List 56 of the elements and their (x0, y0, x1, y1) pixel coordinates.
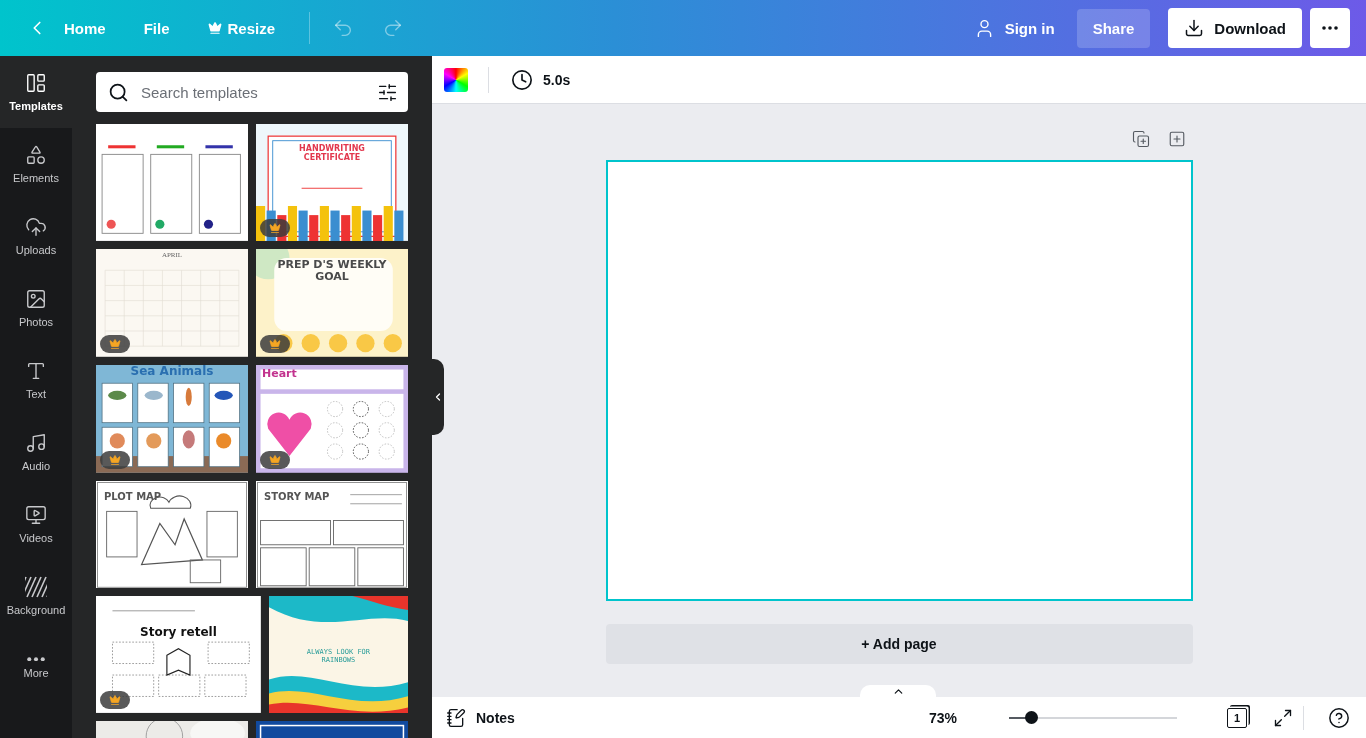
hatch-icon (25, 576, 47, 598)
search-icon (108, 81, 129, 103)
upload-icon (25, 216, 47, 238)
sidebar-item[interactable]: Photos (0, 272, 72, 344)
template-thumbnail[interactable] (256, 364, 408, 473)
template-thumbnail[interactable] (96, 480, 248, 589)
template-title: HANDWRITING CERTIFICATE (298, 145, 366, 163)
sidebar-item[interactable]: Uploads (0, 200, 72, 272)
template-thumbnail[interactable] (96, 124, 248, 241)
music-icon (25, 432, 47, 454)
image-icon (25, 288, 47, 310)
template-thumbnail[interactable] (268, 596, 408, 714)
premium-badge (100, 691, 130, 710)
download-icon (1184, 18, 1205, 38)
template-title: STORY MAP (263, 491, 331, 503)
collapse-panel-handle[interactable] (432, 359, 444, 435)
zoom-slider[interactable] (1009, 710, 1177, 725)
search-field[interactable]: Search templates (96, 72, 408, 112)
templates-icon (25, 72, 47, 94)
more-options-button[interactable] (1310, 8, 1350, 48)
template-thumbnail[interactable] (256, 124, 408, 241)
sidebar-item[interactable]: Videos (0, 488, 72, 560)
sign-in-button[interactable]: Sign in (961, 9, 1067, 47)
template-thumbnail[interactable] (96, 248, 248, 357)
template-thumbnail[interactable] (96, 596, 261, 714)
color-picker-icon[interactable] (444, 67, 468, 92)
clock-icon (511, 68, 533, 91)
sidebar-item[interactable]: More (0, 632, 72, 704)
more-icon (27, 656, 45, 662)
filter-icon[interactable] (377, 81, 398, 103)
duration-button[interactable]: 5.0s (509, 68, 573, 91)
video-icon (25, 504, 47, 526)
template-thumbnail[interactable] (256, 248, 408, 357)
crown-icon (207, 21, 222, 35)
template-title: Heart (261, 367, 298, 381)
more-icon (1322, 26, 1338, 30)
template-title: PLOT MAP (103, 491, 163, 503)
sidebar-item[interactable]: Elements (0, 128, 72, 200)
notes-button[interactable]: Notes (446, 707, 515, 728)
template-thumbnail[interactable] (256, 480, 408, 589)
slider-thumb[interactable] (1024, 710, 1038, 724)
sidebar-item[interactable]: Text (0, 344, 72, 416)
add-page-button[interactable]: + Add page (605, 624, 1193, 664)
template-title: PREP D'S WEEKLY GOAL (276, 258, 388, 283)
zoom-percentage[interactable]: 73% (922, 708, 963, 727)
text-icon (25, 360, 47, 382)
sidebar-item[interactable]: Background (0, 560, 72, 632)
notes-icon (446, 707, 466, 728)
sidebar-item[interactable]: Templates (0, 56, 72, 128)
shapes-icon (25, 144, 47, 166)
page-count-button[interactable]: 1 (1227, 707, 1247, 728)
template-title: Sea Animals (129, 364, 215, 378)
download-button[interactable]: Download (1168, 8, 1302, 48)
template-title: Story retell (139, 625, 218, 639)
template-thumbnail[interactable] (96, 364, 248, 473)
sidebar-item[interactable]: Audio (0, 416, 72, 488)
